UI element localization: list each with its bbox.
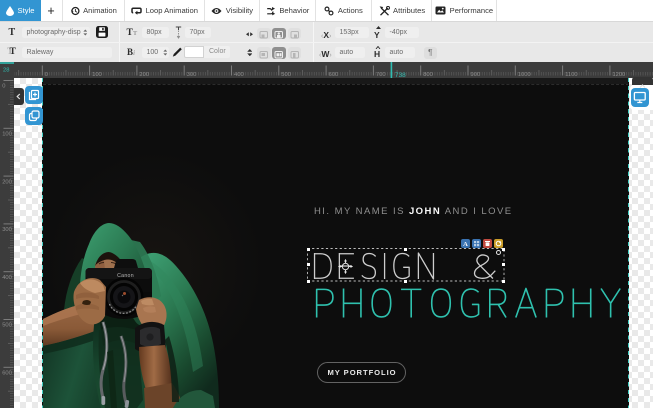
svg-text:0: 0 [2,84,5,90]
svg-text:800: 800 [423,72,433,78]
svg-text:1000: 1000 [518,72,531,78]
svg-text:1200: 1200 [612,72,625,78]
svg-text:600: 600 [2,371,12,377]
svg-text:200: 200 [2,179,12,185]
svg-text:600: 600 [329,72,339,78]
svg-text:28: 28 [3,68,9,74]
svg-text:400: 400 [2,275,12,281]
svg-text:300: 300 [187,72,197,78]
svg-text:700: 700 [376,72,386,78]
svg-text:100: 100 [92,72,102,78]
svg-text:100: 100 [2,132,12,138]
svg-text:500: 500 [2,323,12,329]
svg-text:1100: 1100 [565,72,577,78]
svg-text:500: 500 [281,72,291,78]
svg-text:400: 400 [234,72,244,78]
svg-text:300: 300 [2,227,12,233]
svg-text:900: 900 [471,72,481,78]
svg-text:0: 0 [45,72,48,78]
svg-text:200: 200 [139,72,149,78]
